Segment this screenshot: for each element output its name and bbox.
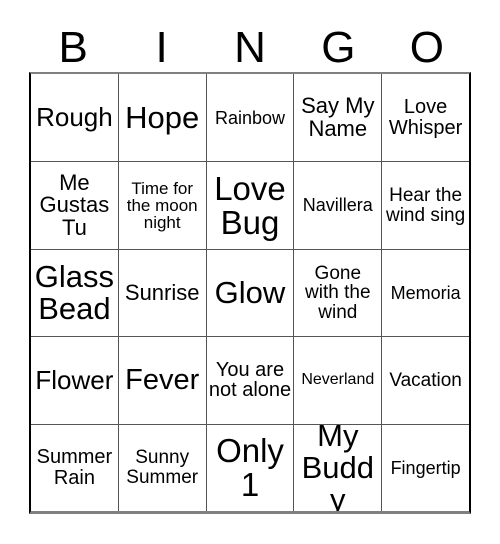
bingo-cell-label: Say My Name [301, 93, 375, 141]
bingo-cell[interactable]: My Buddy [293, 423, 382, 512]
bingo-cell[interactable]: Fever [117, 336, 206, 424]
bingo-cell[interactable]: Glass Bead [31, 248, 118, 337]
bingo-cell-label: Glass Bead [34, 259, 115, 327]
bingo-cell[interactable]: Flower [31, 336, 118, 424]
bingo-header-letter-i: I [155, 23, 168, 72]
bingo-cell[interactable]: Navillera [293, 161, 382, 249]
bingo-cell-label: Hear the wind sing [385, 185, 466, 226]
bingo-cell[interactable]: Love Whisper [381, 74, 469, 162]
bingo-cell[interactable]: Rainbow [205, 74, 294, 162]
bingo-cell-label: Me Gustas Tu [39, 169, 110, 240]
bingo-cell-label: Gone with the wind [305, 262, 371, 323]
bingo-header-letter-b: B [58, 23, 88, 72]
bingo-cell-label: Vacation [389, 369, 462, 391]
bingo-cell[interactable]: Summer Rain [31, 423, 118, 512]
bingo-cell[interactable]: Gone with the wind [293, 248, 382, 337]
bingo-cell-label: Only 1 [216, 432, 284, 503]
bingo-cell[interactable]: Only 1 [205, 423, 294, 512]
bingo-cell[interactable]: Time for the moon night [117, 161, 206, 249]
bingo-cell[interactable]: Vacation [381, 336, 469, 424]
bingo-cell[interactable]: Sunrise [117, 248, 206, 337]
bingo-cell[interactable]: Glow [205, 248, 294, 337]
bingo-row: Me Gustas Tu Time for the moon night Lov… [31, 161, 469, 249]
bingo-cell-label: Fingertip [390, 457, 461, 478]
bingo-cell-label: Sunrise [124, 279, 200, 305]
bingo-cell-label: Fever [125, 363, 200, 396]
bingo-cell-label: Love Bug [214, 169, 286, 241]
bingo-cell[interactable]: Rough [31, 74, 118, 162]
bingo-cell-label: Navillera [302, 195, 373, 216]
bingo-cell-label: Rough [36, 102, 113, 133]
bingo-cell-label: Memoria [390, 282, 461, 303]
bingo-header-letter-g: G [321, 23, 356, 72]
bingo-card: B I N G O Rough Hope Rainbow Say My Name… [0, 0, 500, 544]
bingo-header-letters: B I N G O [29, 16, 471, 72]
bingo-cell-label: Sunny Summer [126, 447, 199, 488]
bingo-cell[interactable]: Say My Name [293, 74, 382, 162]
bingo-header-letter-o: O [409, 23, 444, 72]
bingo-cell-label: Love Whisper [388, 96, 463, 139]
bingo-cell-label: Rainbow [214, 107, 286, 128]
bingo-row: Rough Hope Rainbow Say My Name Love Whis… [31, 74, 469, 162]
bingo-cell-label: Flower [35, 365, 114, 396]
bingo-grid: Rough Hope Rainbow Say My Name Love Whis… [29, 72, 471, 514]
bingo-cell[interactable]: Me Gustas Tu [31, 161, 118, 249]
bingo-cell-label: Time for the moon night [126, 178, 198, 233]
bingo-row: Glass Bead Sunrise Glow Gone with the wi… [31, 248, 469, 337]
bingo-cell-label: Hope [125, 99, 200, 135]
bingo-row: Flower Fever You are not alone Neverland… [31, 336, 469, 424]
bingo-cell[interactable]: Sunny Summer [117, 423, 206, 512]
bingo-cell[interactable]: Neverland [293, 336, 382, 424]
bingo-cell[interactable]: You are not alone [205, 336, 294, 424]
bingo-header-letter-n: N [234, 23, 266, 72]
bingo-cell-label: My Buddy [301, 423, 374, 512]
bingo-cell[interactable]: Hear the wind sing [381, 161, 469, 249]
bingo-cell-label: Neverland [301, 371, 375, 389]
bingo-row: Summer Rain Sunny Summer Only 1 My Buddy… [31, 423, 469, 512]
bingo-cell[interactable]: Hope [117, 74, 206, 162]
bingo-cell-label: Summer Rain [36, 446, 113, 489]
bingo-cell-label: Glow [214, 275, 286, 311]
bingo-cell[interactable]: Fingertip [381, 423, 469, 512]
bingo-cell[interactable]: Memoria [381, 248, 469, 337]
bingo-cell-label: You are not alone [208, 359, 292, 402]
bingo-cell[interactable]: Love Bug [205, 161, 294, 249]
